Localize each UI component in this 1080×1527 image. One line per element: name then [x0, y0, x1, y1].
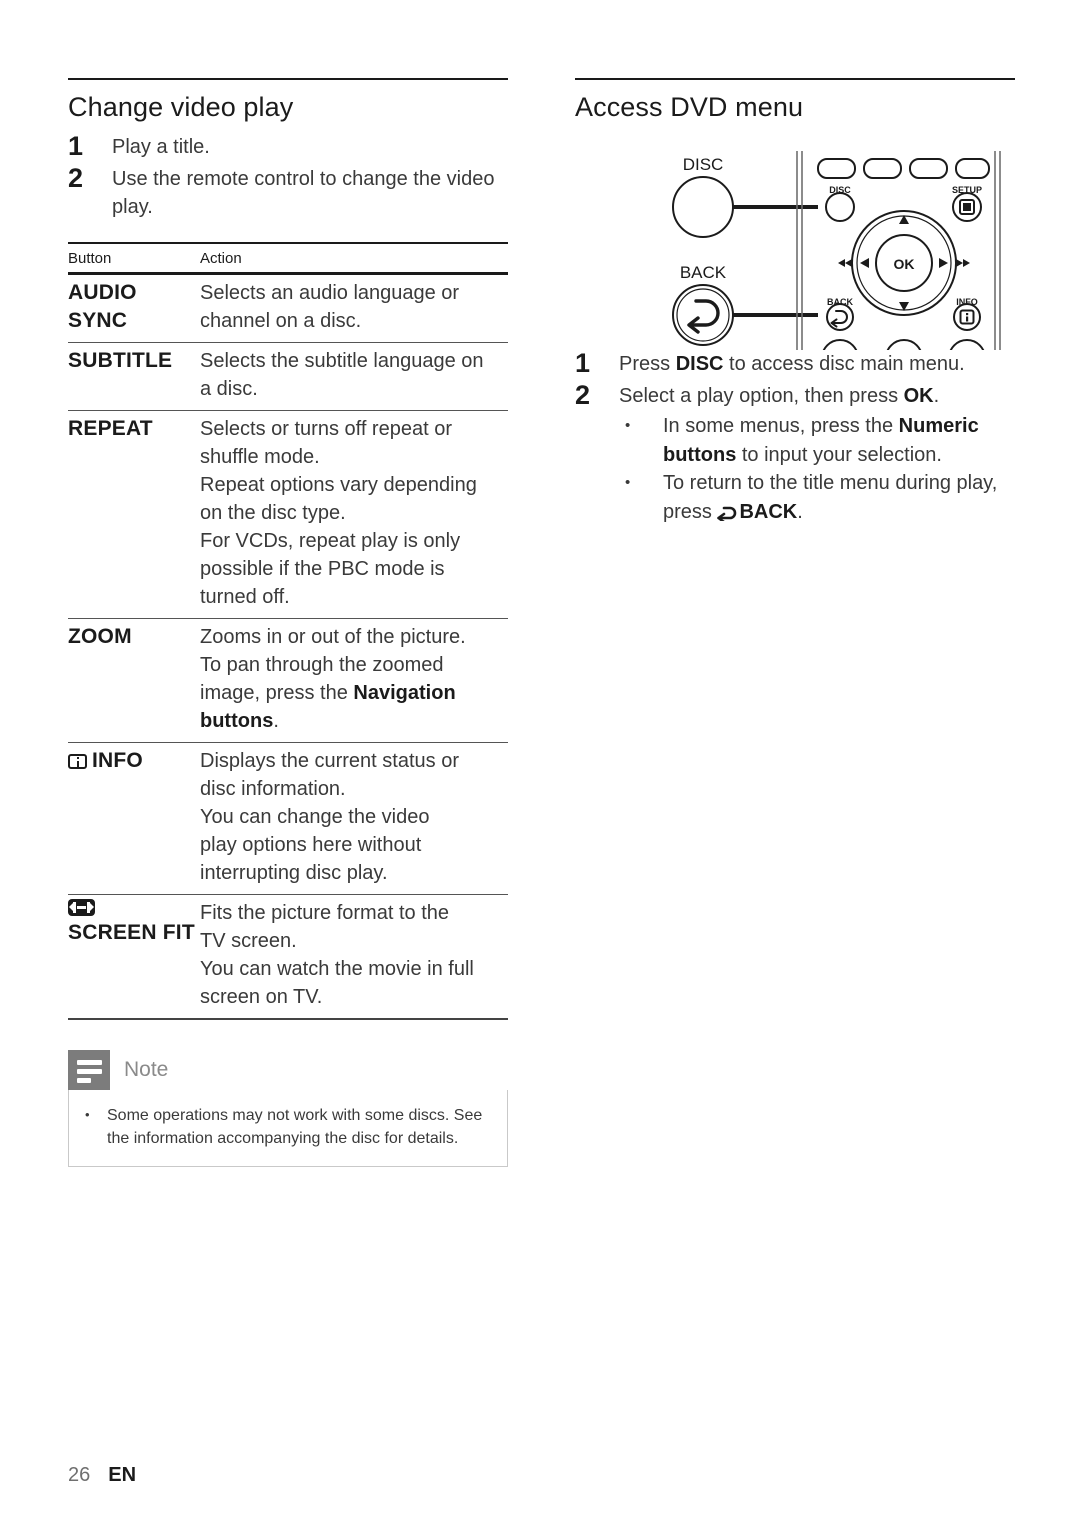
step-2-number: 2: [68, 162, 84, 193]
remote-key-label-back: BACK: [827, 297, 853, 307]
note-list: • Some operations may not work with some…: [85, 1104, 491, 1150]
step-2-sub-list: • In some menus, press the Numeric butto…: [619, 412, 1015, 529]
page-footer: 26 EN: [68, 1464, 136, 1487]
callout-disc-label: DISC: [683, 155, 724, 174]
remote-top-soft-keys: [817, 158, 990, 180]
callout-disc-circle: [672, 176, 734, 239]
row-button-subtitle: SUBTITLE: [68, 348, 173, 372]
back-arrow-icon: [717, 501, 737, 529]
row-action-zoom: Zooms in or out of the picture. To pan t…: [200, 618, 508, 742]
step-2-text: Select a play option, then press OK.: [619, 384, 940, 407]
note-title: Note: [124, 1057, 169, 1081]
page-number: 26: [68, 1464, 91, 1486]
table-header-row: Button Action: [68, 242, 508, 275]
bullet-icon: •: [625, 417, 631, 435]
table-row: AUDIO SYNC Selects an audio language or …: [68, 273, 508, 343]
list-item: • To return to the title menu during pla…: [619, 469, 1015, 529]
step-1: 1 Play a title.: [68, 131, 508, 163]
callout-back-circle: [672, 284, 734, 347]
callout-back-label: BACK: [680, 263, 727, 282]
step-1-text: Press DISC to access disc main menu.: [619, 353, 965, 376]
nav-left-icon: [860, 258, 869, 269]
table-row: SUBTITLE Selects the subtitle language o…: [68, 342, 508, 411]
right-heading-rule: [575, 78, 1015, 80]
table-row: SCREEN FIT Fits the picture format to th…: [68, 894, 508, 1019]
column-header-button: Button: [68, 242, 200, 275]
row-action-audio-sync: Selects an audio language or channel on …: [200, 281, 460, 332]
forward-icon: [963, 259, 970, 268]
step-2: 2 Use the remote control to change the v…: [68, 162, 508, 222]
step-2-number: 2: [575, 379, 591, 410]
access-dvd-menu-steps: 1 Press DISC to access disc main menu. 2…: [575, 348, 1015, 529]
screen-fit-icon: [68, 898, 95, 916]
row-action-info: Displays the current status or disc info…: [200, 749, 459, 884]
right-column: Access DVD menu DISC BACK DISC SETUP OK …: [575, 78, 1015, 531]
table-row: INFO Displays the current status or disc…: [68, 742, 508, 895]
step-1-number: 1: [575, 348, 591, 379]
remote-key-ok: OK: [894, 256, 915, 272]
page-language: EN: [108, 1464, 137, 1486]
remote-key-setup: [952, 192, 982, 223]
list-item: • Some operations may not work with some…: [85, 1104, 491, 1150]
remote-key-disc: [825, 192, 855, 223]
row-action-repeat: Selects or turns off repeat or shuffle m…: [200, 417, 477, 608]
note-item-text: Some operations may not work with some d…: [107, 1106, 483, 1147]
remote-control-illustration: DISC BACK DISC SETUP OK BACK INFO: [672, 151, 1001, 378]
table-row: REPEAT Selects or turns off repeat or sh…: [68, 410, 508, 619]
remote-key-info: [953, 303, 981, 332]
bullet-icon: •: [85, 1106, 90, 1122]
sub-item-2-text: To return to the title menu during play,…: [663, 469, 1015, 529]
rewind-icon: [838, 259, 845, 268]
page-title-access-dvd-menu: Access DVD menu: [575, 92, 804, 122]
table-body: AUDIO SYNC Selects an audio language or …: [68, 273, 508, 1019]
step-1-text: Play a title.: [112, 136, 210, 159]
column-header-action: Action: [200, 242, 508, 275]
step-1: 1 Press DISC to access disc main menu.: [575, 348, 1015, 380]
note-header: Note: [68, 1049, 508, 1090]
info-icon: [68, 753, 87, 769]
row-action-screen-fit: Fits the picture format to the TV screen…: [200, 901, 474, 1008]
manual-page: Change video play 1 Play a title. 2 Use …: [0, 0, 1080, 1527]
step-1-number: 1: [68, 131, 84, 162]
left-heading-rule: [68, 78, 508, 80]
list-item: • In some menus, press the Numeric butto…: [619, 412, 1015, 469]
remote-control-diagram: DISC BACK DISC SETUP OK BACK INFO: [575, 145, 1015, 378]
bullet-icon: •: [625, 474, 631, 492]
callout-back-arrow-icon: [687, 299, 720, 334]
step-2-text: Use the remote control to change the vid…: [112, 167, 495, 219]
row-button-info: INFO: [68, 742, 200, 894]
remote-bottom-keys: [821, 339, 986, 378]
note-box: Note • Some operations may not work with…: [68, 1049, 508, 1168]
row-button-repeat: REPEAT: [68, 416, 153, 440]
row-button-audio-sync: AUDIO SYNC: [68, 280, 137, 332]
nav-right-icon: [939, 258, 948, 269]
step-2: 2 Select a play option, then press OK. •…: [575, 379, 1015, 529]
zoom-action-line-3: image, press the Navigation: [200, 681, 456, 704]
remote-key-back: [826, 303, 854, 332]
button-action-table: Button Action AUDIO SYNC Selects an audi…: [68, 242, 508, 1020]
row-button-screen-fit: SCREEN FIT: [68, 894, 200, 1019]
page-title-change-video-play: Change video play: [68, 92, 294, 122]
table-row: ZOOM Zooms in or out of the picture. To …: [68, 618, 508, 743]
sub-item-1-text: In some menus, press the Numeric buttons…: [663, 415, 979, 466]
row-action-subtitle: Selects the subtitle language on a disc.: [200, 349, 484, 400]
note-body: • Some operations may not work with some…: [68, 1089, 508, 1168]
left-column: Change video play 1 Play a title. 2 Use …: [68, 78, 508, 1168]
change-video-play-steps: 1 Play a title. 2 Use the remote control…: [68, 131, 508, 222]
note-icon: [68, 1049, 110, 1090]
row-button-zoom: ZOOM: [68, 624, 132, 648]
zoom-action-line-4: buttons.: [200, 709, 279, 732]
